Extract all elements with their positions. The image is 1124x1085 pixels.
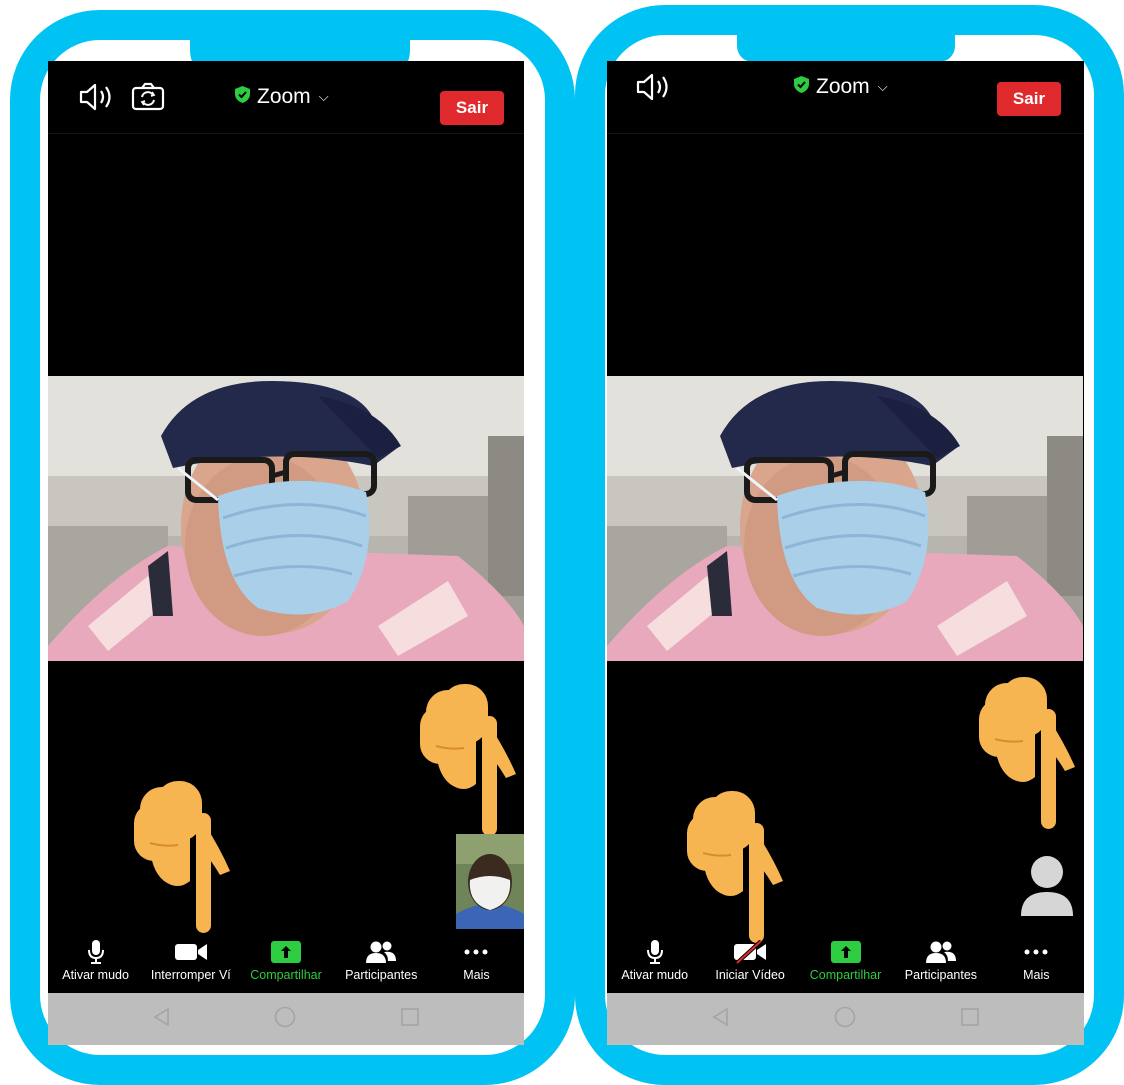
video-off-icon bbox=[733, 939, 767, 965]
share-button[interactable]: Compartilhar bbox=[238, 929, 333, 993]
phone-frame-right: Zoom ⌵ Sair Ativar mudo Iniciar Vídeo Co… bbox=[575, 5, 1124, 1085]
more-icon bbox=[1024, 939, 1048, 965]
speaker-icon[interactable] bbox=[635, 71, 671, 108]
participant-video bbox=[48, 376, 524, 661]
mute-button[interactable]: Ativar mudo bbox=[48, 929, 143, 993]
shield-check-icon bbox=[793, 75, 810, 100]
participant-video bbox=[607, 376, 1083, 661]
mute-button[interactable]: Ativar mudo bbox=[607, 929, 702, 993]
participants-button[interactable]: Participantes bbox=[893, 929, 988, 993]
leave-meeting-button[interactable]: Sair bbox=[997, 82, 1061, 116]
speaker-icon[interactable] bbox=[78, 81, 114, 118]
meeting-title[interactable]: Zoom ⌵ bbox=[234, 81, 329, 113]
meeting-title-text: Zoom bbox=[257, 85, 311, 108]
home-icon[interactable] bbox=[274, 1006, 296, 1033]
phone-frame-left: Zoom ⌵ Sair Ativar mudo Interromper Ví C… bbox=[10, 10, 575, 1085]
shield-check-icon bbox=[234, 85, 251, 110]
phone-notch bbox=[737, 35, 955, 62]
more-button-label: Mais bbox=[463, 968, 490, 982]
pointing-hand-icon bbox=[406, 676, 524, 841]
meeting-title[interactable]: Zoom ⌵ bbox=[793, 71, 888, 103]
recents-icon[interactable] bbox=[400, 1007, 420, 1032]
stop-video-button[interactable]: Interromper Ví bbox=[143, 929, 238, 993]
zoom-meeting-screen: Zoom ⌵ Sair Ativar mudo Interromper Ví C… bbox=[48, 61, 524, 1045]
switch-camera-icon[interactable] bbox=[130, 81, 166, 118]
mute-button-label: Ativar mudo bbox=[62, 968, 129, 982]
microphone-icon bbox=[87, 939, 105, 965]
more-button-label: Mais bbox=[1023, 968, 1050, 982]
avatar-placeholder-icon[interactable] bbox=[1019, 854, 1075, 921]
more-button[interactable]: Mais bbox=[429, 929, 524, 993]
participants-button[interactable]: Participantes bbox=[334, 929, 429, 993]
start-video-button-label: Iniciar Vídeo bbox=[715, 968, 785, 982]
stop-video-button-label: Interromper Ví bbox=[150, 968, 231, 982]
participants-icon bbox=[925, 939, 957, 965]
meeting-title-text: Zoom bbox=[816, 75, 870, 98]
meeting-top-bar: Zoom ⌵ Sair bbox=[48, 61, 524, 134]
participants-button-label: Participantes bbox=[345, 968, 418, 982]
pointing-hand-icon bbox=[120, 773, 240, 938]
meeting-toolbar: Ativar mudo Interromper Ví Compartilhar … bbox=[48, 929, 524, 993]
pointing-hand-icon bbox=[673, 783, 793, 948]
meeting-toolbar: Ativar mudo Iniciar Vídeo Compartilhar P… bbox=[607, 929, 1084, 993]
share-button[interactable]: Compartilhar bbox=[798, 929, 893, 993]
meeting-top-bar: Zoom ⌵ Sair bbox=[607, 61, 1084, 134]
android-navigation-bar bbox=[607, 993, 1084, 1045]
video-camera-icon bbox=[174, 939, 208, 965]
share-button-label: Compartilhar bbox=[250, 968, 322, 982]
chevron-down-icon: ⌵ bbox=[318, 89, 329, 104]
more-icon bbox=[464, 939, 488, 965]
pointing-hand-icon bbox=[965, 669, 1084, 834]
mute-button-label: Ativar mudo bbox=[621, 968, 689, 982]
home-icon[interactable] bbox=[834, 1006, 856, 1033]
android-navigation-bar bbox=[48, 993, 524, 1045]
participants-icon bbox=[365, 939, 397, 965]
more-button[interactable]: Mais bbox=[989, 929, 1084, 993]
microphone-icon bbox=[646, 939, 664, 965]
back-icon[interactable] bbox=[152, 1007, 170, 1032]
share-screen-icon bbox=[271, 939, 301, 965]
back-icon[interactable] bbox=[711, 1007, 729, 1032]
chevron-down-icon: ⌵ bbox=[877, 79, 888, 94]
recents-icon[interactable] bbox=[960, 1007, 980, 1032]
leave-meeting-button[interactable]: Sair bbox=[440, 91, 504, 125]
share-button-label: Compartilhar bbox=[809, 968, 882, 982]
zoom-meeting-screen: Zoom ⌵ Sair Ativar mudo Iniciar Vídeo Co… bbox=[607, 61, 1084, 1045]
share-screen-icon bbox=[830, 939, 861, 965]
self-view-thumbnail[interactable] bbox=[456, 834, 524, 929]
participants-button-label: Participantes bbox=[904, 968, 978, 982]
start-video-button[interactable]: Iniciar Vídeo bbox=[702, 929, 797, 993]
